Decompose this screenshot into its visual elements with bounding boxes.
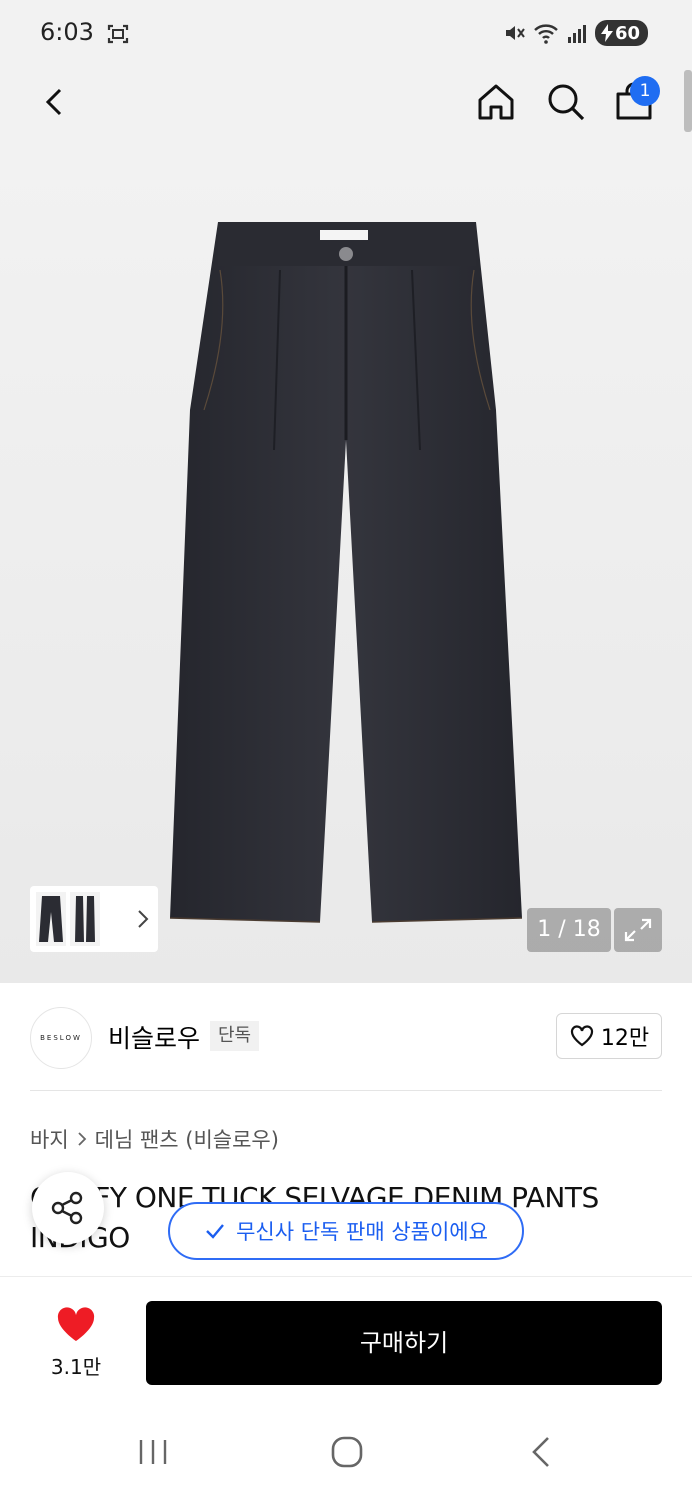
share-icon xyxy=(51,1191,83,1225)
battery-level: 60 xyxy=(614,22,640,44)
thumbnail-strip[interactable] xyxy=(30,886,158,952)
heart-outline-icon xyxy=(570,1025,593,1047)
chevron-right-icon xyxy=(78,1132,86,1146)
screenshot-icon xyxy=(107,24,129,44)
brand-logo[interactable]: BESLOW xyxy=(30,1007,92,1069)
wifi-icon xyxy=(534,24,558,44)
breadcrumb: 바지 데님 팬츠 (비슬로우) xyxy=(30,1124,279,1154)
brand-like-button[interactable]: 12만 xyxy=(556,1013,662,1059)
brand-name[interactable]: 비슬로우 xyxy=(108,1019,200,1055)
heart-filled-icon xyxy=(57,1307,95,1341)
back-icon[interactable] xyxy=(36,82,76,122)
scroll-indicator xyxy=(684,70,692,132)
status-bar: 6:03 60 xyxy=(0,0,692,68)
brand-row: BESLOW 비슬로우 단독 12만 xyxy=(0,983,692,1091)
home-icon[interactable] xyxy=(474,80,518,124)
exclusive-tag: 단독 xyxy=(210,1021,260,1051)
mute-icon xyxy=(505,26,525,40)
status-icons: 60 xyxy=(503,20,648,46)
system-nav-bar xyxy=(0,1406,692,1500)
top-header: 1 xyxy=(0,68,692,138)
exclusive-toast: 무신사 단독 판매 상품이에요 xyxy=(168,1202,524,1260)
battery-indicator: 60 xyxy=(594,20,648,46)
wishlist-count: 3.1만 xyxy=(50,1355,102,1379)
recent-apps-icon[interactable] xyxy=(136,1436,170,1468)
brand-like-count: 12만 xyxy=(600,1026,650,1051)
product-image-gallery[interactable]: 1 / 18 xyxy=(0,138,692,983)
signal-icon xyxy=(567,25,586,43)
thumbnail[interactable] xyxy=(70,892,100,946)
charging-icon xyxy=(600,24,613,42)
divider xyxy=(30,1090,662,1091)
wishlist-button[interactable]: 3.1만 xyxy=(44,1307,108,1380)
toast-text: 무신사 단독 판매 상품이에요 xyxy=(236,1220,488,1244)
search-icon[interactable] xyxy=(544,80,588,124)
breadcrumb-subcategory[interactable]: 데님 팬츠 (비슬로우) xyxy=(95,1124,279,1154)
buy-button[interactable]: 구매하기 xyxy=(146,1301,662,1385)
expand-button[interactable] xyxy=(614,908,662,952)
breadcrumb-category[interactable]: 바지 xyxy=(30,1124,69,1154)
image-counter: 1 / 18 xyxy=(527,908,611,952)
chevron-right-icon[interactable] xyxy=(136,908,150,930)
home-nav-icon[interactable] xyxy=(330,1436,364,1468)
check-icon xyxy=(206,1224,224,1239)
status-time: 6:03 xyxy=(40,18,94,46)
cart-count-badge: 1 xyxy=(630,76,660,106)
share-button[interactable] xyxy=(32,1172,104,1244)
thumbnail[interactable] xyxy=(36,892,66,946)
purchase-bar: 3.1만 구매하기 xyxy=(0,1276,692,1406)
back-nav-icon[interactable] xyxy=(528,1436,554,1468)
product-image xyxy=(169,222,523,923)
expand-icon xyxy=(624,918,652,942)
